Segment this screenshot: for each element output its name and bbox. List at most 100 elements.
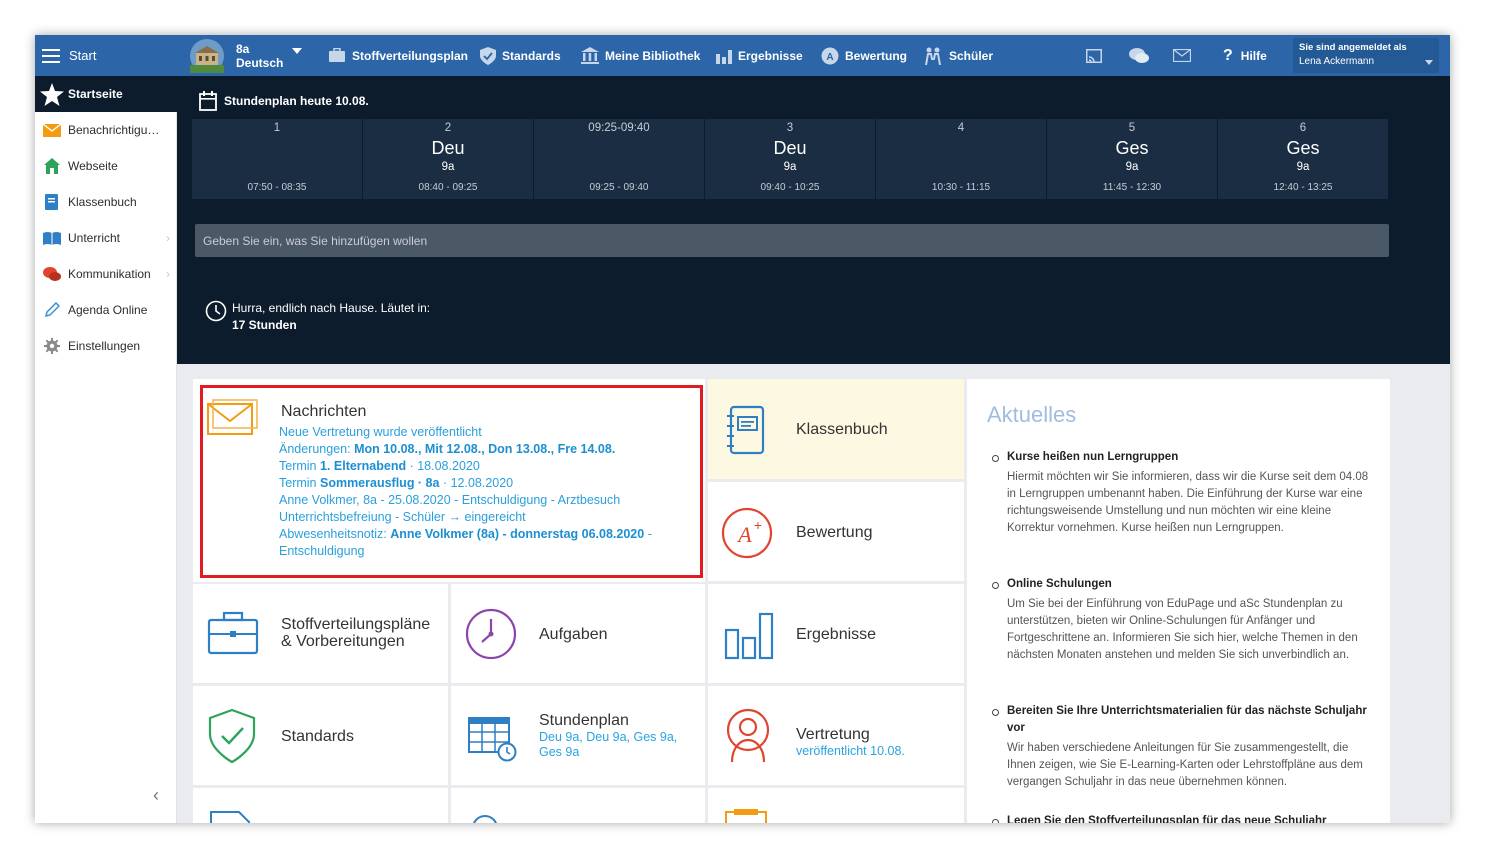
- timetable-cell[interactable]: 1 07:50 - 08:35: [192, 119, 362, 199]
- home-countdown-value: 17 Stunden: [232, 318, 297, 332]
- tile-partial[interactable]: [193, 788, 448, 823]
- sidebar-item-webseite[interactable]: Webseite: [35, 148, 177, 184]
- clock-icon: [205, 300, 227, 322]
- news-item[interactable]: Legen Sie den Stoffverteilungsplan für d…: [991, 813, 1376, 823]
- class: 9a: [1296, 161, 1310, 173]
- notebook-icon: [727, 405, 765, 455]
- nav-meine-bibliothek[interactable]: Meine Bibliothek: [581, 35, 700, 76]
- tile-sublabel: Deu 9a, Deu 9a, Ges 9a, Ges 9a: [539, 730, 677, 760]
- start-menu-button[interactable]: Start: [42, 35, 96, 76]
- chevron-right-icon: ›: [166, 267, 170, 281]
- bar-chart-icon: [724, 612, 774, 660]
- chat-bubbles-icon: [1129, 47, 1149, 63]
- timetable-cell[interactable]: 09:25-09:40 09:25 - 09:40: [534, 119, 704, 199]
- user-name: Lena Ackermann: [1299, 56, 1375, 67]
- timetable-cell[interactable]: 3 Deu 9a 09:40 - 10:25: [705, 119, 875, 199]
- collapse-sidebar-icon[interactable]: ‹: [153, 785, 159, 806]
- sidebar-item-kommunikation[interactable]: Kommunikation ›: [35, 256, 177, 292]
- period-number: 3: [786, 122, 794, 134]
- tile-label: Stoffverteilungspläne & Vorbereitungen: [281, 616, 430, 650]
- nav-schueler[interactable]: Schüler: [923, 35, 993, 76]
- search-icon: [473, 815, 497, 823]
- news-item[interactable]: Bereiten Sie Ihre Unterrichtsmaterialien…: [991, 703, 1376, 791]
- timetable-cell[interactable]: 6 Ges 9a 12:40 - 13:25: [1218, 119, 1388, 199]
- timetable-cell[interactable]: 5 Ges 9a 11:45 - 12:30: [1047, 119, 1217, 199]
- sidebar-item-unterricht[interactable]: Unterricht ›: [35, 220, 177, 256]
- timetable-cell[interactable]: 4 10:30 - 11:15: [876, 119, 1046, 199]
- tile-partial[interactable]: [708, 788, 964, 823]
- sidebar-item-benachrichtigungen[interactable]: Benachrichtigu…: [35, 112, 177, 148]
- period-number: 5: [1128, 122, 1136, 134]
- tile-label-line: Stoffverteilungspläne: [281, 616, 431, 633]
- news-heading: Bereiten Sie Ihre Unterrichtsmaterialien…: [991, 703, 1376, 737]
- period-number: 2: [444, 122, 452, 134]
- subject: Deu: [773, 138, 807, 158]
- svg-text:A: A: [826, 52, 833, 63]
- news-item[interactable]: Online Schulungen Um Sie bei der Einführ…: [991, 576, 1376, 664]
- help-button[interactable]: ? Hilfe: [1223, 35, 1267, 76]
- timetable-header[interactable]: Stundenplan heute 10.08.: [199, 90, 369, 112]
- timetable-cell[interactable]: 2 Deu 9a 08:40 - 09:25: [363, 119, 533, 199]
- book-icon: [45, 194, 58, 210]
- tile-label: Klassenbuch: [796, 421, 888, 438]
- tile-label-line: & Vorbereitungen: [281, 633, 405, 650]
- nav-label: Standards: [502, 48, 561, 63]
- news-panel: Aktuelles Kurse heißen nun Lerngruppen H…: [967, 379, 1390, 823]
- time-range: 09:25 - 09:40: [589, 182, 649, 193]
- home-countdown: Hurra, endlich nach Hause. Läutet in: 17…: [205, 300, 430, 334]
- home-countdown-text: Hurra, endlich nach Hause. Läutet in:: [232, 301, 431, 315]
- time-range: 09:40 - 10:25: [760, 182, 820, 193]
- substitute-teacher-icon: [726, 708, 770, 763]
- messages-button[interactable]: [1173, 35, 1197, 76]
- nav-standards[interactable]: Standards: [480, 35, 561, 76]
- tile-partial[interactable]: [451, 788, 705, 823]
- nav-stoffverteilungsplan[interactable]: Stoffverteilungsplan: [328, 35, 468, 76]
- add-entry-input[interactable]: [195, 224, 1389, 257]
- nav-label: Bewertung: [845, 48, 908, 63]
- nav-label: Meine Bibliothek: [605, 48, 701, 63]
- school-building-avatar: [190, 38, 224, 73]
- tile-label: Vertretung: [796, 726, 870, 743]
- sidebar-item-startseite[interactable]: Startseite: [35, 76, 177, 112]
- user-menu[interactable]: Sie sind angemeldet als Lena Ackermann: [1293, 38, 1439, 73]
- tile-klassenbuch[interactable]: Klassenbuch: [708, 379, 964, 479]
- tile-bewertung[interactable]: A + Bewertung: [708, 482, 964, 581]
- login-label: Sie sind angemeldet als: [1299, 42, 1407, 53]
- cast-button[interactable]: [1086, 35, 1108, 76]
- tile-ergebnisse[interactable]: Ergebnisse: [708, 584, 964, 683]
- briefcase-icon: [329, 48, 345, 62]
- time-range: 10:30 - 11:15: [931, 182, 991, 193]
- subject: Deu: [431, 138, 465, 158]
- sidebar-item-einstellungen[interactable]: Einstellungen: [35, 328, 177, 364]
- sidebar-item-klassenbuch[interactable]: Klassenbuch: [35, 184, 177, 220]
- class: 9a: [1125, 161, 1139, 173]
- start-label: Start: [69, 48, 97, 63]
- period-number: 6: [1299, 122, 1307, 134]
- tile-aufgaben[interactable]: Aufgaben: [451, 584, 705, 683]
- class-selector[interactable]: 8a Deutsch: [190, 35, 308, 76]
- sidebar-item-agenda-online[interactable]: Agenda Online: [35, 292, 177, 328]
- grade-a-plus-icon: A +: [721, 507, 773, 559]
- chat-button[interactable]: [1129, 35, 1155, 76]
- tile-vertretung[interactable]: Vertretung veröffentlicht 10.08.: [708, 686, 964, 785]
- hamburger-icon: [42, 48, 60, 63]
- news-heading: Online Schulungen: [991, 576, 1376, 593]
- tile-standards[interactable]: Standards: [193, 686, 448, 785]
- sidebar-item-label: Agenda Online: [68, 303, 148, 317]
- students-icon: [925, 47, 941, 65]
- timetable-icon: [468, 717, 517, 762]
- nav-bewertung[interactable]: A Bewertung: [821, 35, 907, 76]
- bar-chart-icon: [716, 49, 732, 64]
- pen-icon: [44, 302, 60, 318]
- sidebar-item-label: Startseite: [68, 87, 123, 101]
- class-name: 8a: [236, 41, 250, 56]
- tile-stoffverteilungsplaene[interactable]: Stoffverteilungspläne & Vorbereitungen: [193, 584, 448, 683]
- tile-stundenplan[interactable]: Stundenplan Deu 9a, Deu 9a, Ges 9a, Ges …: [451, 686, 705, 785]
- period-number: 4: [957, 122, 965, 134]
- nav-ergebnisse[interactable]: Ergebnisse: [716, 35, 803, 76]
- chevron-right-icon: ›: [166, 231, 170, 245]
- sidebar: Startseite Benachrichtigu… Webseite Klas…: [35, 76, 177, 823]
- news-item[interactable]: Kurse heißen nun Lerngruppen Hiermit möc…: [991, 449, 1376, 537]
- gear-icon: [43, 338, 60, 354]
- house-icon: [43, 158, 60, 174]
